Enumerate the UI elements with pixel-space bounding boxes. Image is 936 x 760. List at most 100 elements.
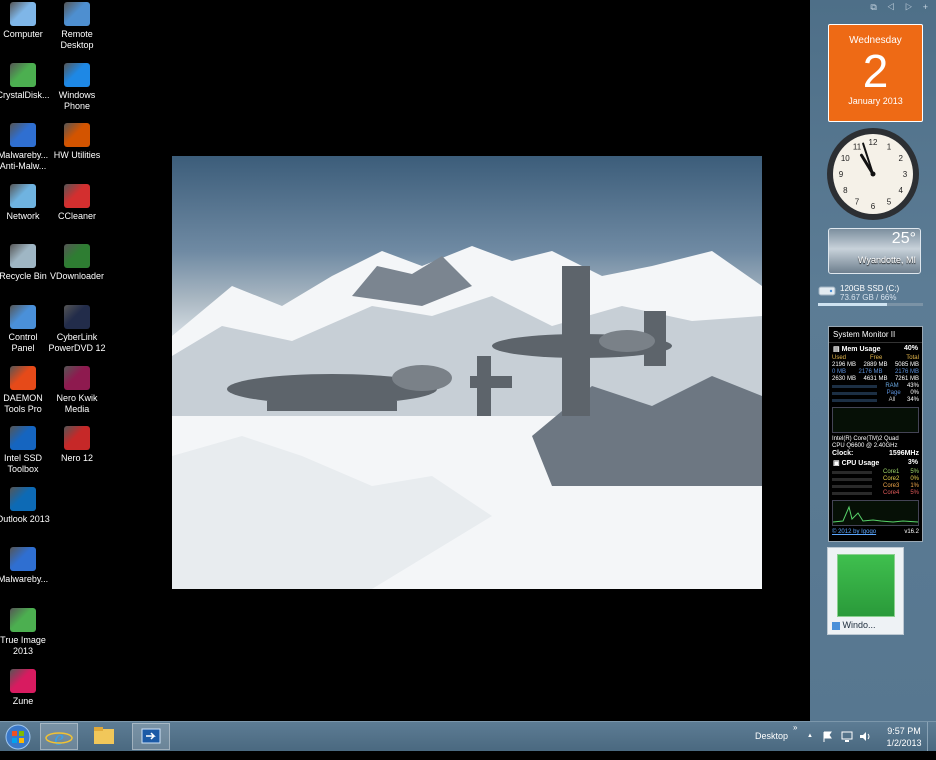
core-value: 5% xyxy=(910,490,919,496)
mem-type-label: RAM xyxy=(885,383,899,389)
mem-header-total: Total xyxy=(906,355,919,361)
window-thumbnail-gadget[interactable]: Windo... xyxy=(827,547,904,635)
show-desktop-button[interactable] xyxy=(927,722,936,751)
drive-gadget[interactable]: 120GB SSD (C:) 73.67 GB / 66% xyxy=(818,283,934,306)
remote-desktop-icon xyxy=(141,728,161,744)
clock-numeral: 7 xyxy=(855,198,860,207)
system-monitor-gadget[interactable]: System Monitor II ▤ Mem Usage 40% Used F… xyxy=(828,326,923,542)
window-icon xyxy=(832,621,840,630)
clock-numeral: 10 xyxy=(841,154,850,163)
app-icon xyxy=(64,2,90,26)
taskbar-file-explorer[interactable] xyxy=(86,723,124,750)
start-button[interactable] xyxy=(0,723,36,750)
mem-table: 2196 MB 2889 MB 5085 MB 0 MB 2176 MB 2176 MB 2… xyxy=(829,362,922,383)
core-bar xyxy=(832,485,872,488)
cpu-graph xyxy=(832,500,919,526)
core-row: Core1 5% xyxy=(829,469,922,476)
toolbar-chevron[interactable]: » xyxy=(793,723,797,752)
clock-numeral: 9 xyxy=(839,170,844,179)
mem-table-cell: 7261 MB xyxy=(894,376,919,382)
hard-drive-icon xyxy=(818,286,836,296)
desktop-icon-label: HW Utilities xyxy=(53,150,101,161)
window-thumbnail-preview xyxy=(837,554,895,617)
mem-type-row: Page 0% xyxy=(829,390,922,397)
desktop-icon-label: CyberLink PowerDVD 12 xyxy=(48,332,106,353)
clock-numeral: 3 xyxy=(903,170,908,179)
mem-usage-header: ▤ Mem Usage 40% xyxy=(829,343,922,355)
desktop-icon[interactable]: CCleaner xyxy=(46,183,108,222)
window-thumbnail-label: Windo... xyxy=(842,620,876,630)
clock-gadget[interactable]: 1234567891011 12 xyxy=(826,127,920,221)
desktop-icon-label: Outlook 2013 xyxy=(0,513,50,524)
mem-type-label: All xyxy=(888,397,896,403)
weather-location: Wyandotte, MI xyxy=(858,255,916,265)
clock-numeral: 11 xyxy=(853,142,862,151)
core-value: 5% xyxy=(910,469,919,475)
taskbar-internet-explorer[interactable]: e xyxy=(40,723,78,750)
network-icon[interactable] xyxy=(841,731,853,760)
app-icon xyxy=(10,305,36,329)
desktop-icon[interactable]: Remote Desktop xyxy=(46,2,108,51)
clock-numeral: 4 xyxy=(898,186,903,195)
taskbar-clock[interactable]: 9:57 PM 1/2/2013 xyxy=(882,722,926,751)
memory-graph xyxy=(832,407,919,433)
sidebar-controls[interactable]: ⧉ ◁ ▷ + xyxy=(870,2,932,13)
desktop-icon[interactable]: True Image 2013 xyxy=(0,608,54,657)
mem-type-value: 0% xyxy=(910,390,919,396)
desktop-icon[interactable]: Nero Kwik Media xyxy=(46,365,108,415)
sysmon-author-link[interactable]: © 2012 by Igogo xyxy=(832,529,876,536)
desktop-icon[interactable]: CyberLink PowerDVD 12 xyxy=(46,305,108,354)
taskbar: e Desktop » ▲ 9:57 PM 1/2/2013 xyxy=(0,721,936,751)
gadget-sidebar: ⧉ ◁ ▷ + Wednesday 2 January 2013 25° Wya… xyxy=(810,0,936,721)
mem-table-cell: 0 MB xyxy=(832,369,847,375)
desktop-icon[interactable]: Nero 12 xyxy=(46,426,108,464)
calendar-day: 2 xyxy=(862,45,889,97)
mem-column-headers: Used Free Total xyxy=(829,355,922,362)
app-icon xyxy=(64,62,90,87)
cpu-name: Intel(R) Core(TM)2 Quad xyxy=(829,436,922,443)
wallpaper-image xyxy=(172,156,762,589)
core-row: Core4 5% xyxy=(829,490,922,497)
desktop-icon[interactable]: Zune xyxy=(0,668,54,707)
app-icon xyxy=(64,183,90,208)
mem-table-cell: 4631 MB xyxy=(863,376,888,382)
desktop-icon[interactable]: Windows Phone xyxy=(46,62,108,112)
app-icon xyxy=(10,123,36,148)
clock-numeral: 12 xyxy=(869,138,878,147)
desktop-toolbar[interactable]: Desktop xyxy=(755,722,788,751)
desktop-icon-label: Zune xyxy=(12,695,34,706)
core-label: Core4 xyxy=(882,490,900,496)
mem-table-cell: 2196 MB xyxy=(832,362,857,368)
mem-header-used: Used xyxy=(832,355,847,361)
volume-icon[interactable] xyxy=(859,731,871,760)
clock-numeral: 5 xyxy=(887,198,892,207)
core-value: 0% xyxy=(910,476,919,482)
desktop-icon[interactable]: Outlook 2013 xyxy=(0,486,54,525)
desktop-icon[interactable]: HW Utilities xyxy=(46,123,108,161)
sysmon-footer: © 2012 by Igogo v16.2 xyxy=(829,529,922,536)
mem-table-row: 2196 MB 2889 MB 5085 MB xyxy=(829,362,922,369)
desktop-icon[interactable]: VDownloader xyxy=(46,244,108,282)
cpu-model: CPU Q6600 @ 2.40GHz xyxy=(829,443,922,450)
app-icon xyxy=(10,426,36,451)
core-row: Core2 0% xyxy=(829,476,922,483)
weather-gadget[interactable]: 25° Wyandotte, MI xyxy=(828,228,921,274)
app-icon xyxy=(64,244,90,269)
mem-usage-percent: 40% xyxy=(903,345,918,352)
calendar-month: January 2013 xyxy=(848,96,903,106)
show-hidden-icons-button[interactable]: ▲ xyxy=(807,722,813,751)
mem-type-bar xyxy=(832,392,877,395)
weather-temperature: 25° xyxy=(891,230,916,247)
desktop-icon[interactable]: Malwareby... xyxy=(0,547,54,585)
windows-orb-icon xyxy=(5,724,31,750)
calendar-gadget[interactable]: Wednesday 2 January 2013 xyxy=(828,24,923,122)
desktop-icon-label: Windows Phone xyxy=(58,89,96,111)
mem-table-cell: 2889 MB xyxy=(863,362,888,368)
svg-text:e: e xyxy=(54,725,64,750)
sysmon-title: System Monitor II xyxy=(829,327,922,343)
taskbar-remote-desktop[interactable] xyxy=(132,723,170,750)
flag-icon[interactable] xyxy=(822,731,832,760)
app-icon xyxy=(10,62,36,87)
app-icon xyxy=(10,365,36,390)
desktop-icon-label: Remote Desktop xyxy=(60,29,94,50)
